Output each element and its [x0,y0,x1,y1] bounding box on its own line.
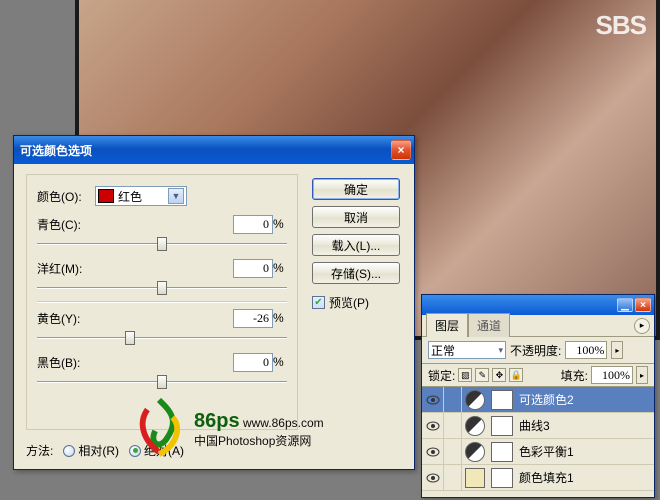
slider-label: 洋红(M): [37,260,95,277]
palette-tabs: 图层 通道 ▸ [422,315,654,337]
link-column[interactable] [444,465,462,491]
link-column[interactable] [444,413,462,439]
percent-label: % [273,311,287,325]
palette-menu-icon[interactable]: ▸ [634,318,650,334]
slider-value-field[interactable] [233,309,273,328]
mask-thumb-icon [491,442,513,462]
blend-mode-select[interactable]: 正常 ▾ [428,341,506,359]
lock-all-icon[interactable]: 🔒 [509,368,523,382]
adjustment-thumb-icon [465,416,485,436]
layer-row[interactable]: 可选颜色2 [422,387,654,413]
lock-row: 锁定: ▧ ✎ ✥ 🔒 填充: 100% ▸ [422,364,654,387]
visibility-toggle[interactable] [422,439,444,465]
slider-thumb[interactable] [157,375,167,389]
selective-color-dialog: 可选颜色选项 × 颜色(O): 红色 ▼ 青色(C):% 洋红(M):% 黄色(Y)… [13,135,415,470]
method-row: 方法: 相对(R) 绝对(A) [26,442,184,459]
layer-row[interactable]: 曲线3 [422,413,654,439]
slider-label: 青色(C): [37,216,95,233]
tab-layers[interactable]: 图层 [426,313,468,337]
layer-name: 色彩平衡1 [519,443,574,460]
fill-flyout-icon[interactable]: ▸ [636,366,648,384]
slider-value-field[interactable] [233,215,273,234]
adjustment-thumb-icon [465,442,485,462]
visibility-toggle[interactable] [422,465,444,491]
chevron-down-icon: ▼ [168,188,184,204]
close-button[interactable]: × [635,298,651,312]
lock-transparency-icon[interactable]: ▧ [458,368,472,382]
layer-row[interactable]: 颜色填充1 [422,465,654,491]
divider [37,301,287,303]
dialog-titlebar[interactable]: 可选颜色选项 × [14,136,414,164]
slider-track[interactable] [37,373,287,391]
slider-value-field[interactable] [233,353,273,372]
slider-thumb[interactable] [125,331,135,345]
radio-icon [129,445,141,457]
radio-relative[interactable]: 相对(R) [63,442,119,459]
layer-list: 可选颜色2 曲线3 色彩平衡1 颜色填充1 [422,387,654,491]
preview-checkbox[interactable]: ✔ 预览(P) [312,294,400,311]
color-select-value: 红色 [118,188,164,205]
close-button[interactable]: × [391,140,411,160]
slider-label: 黄色(Y): [37,310,95,327]
lock-pixels-icon[interactable]: ✎ [475,368,489,382]
checkbox-icon: ✔ [312,296,325,309]
adjustment-thumb-icon [465,468,485,488]
action-buttons: 确定 取消 载入(L)... 存储(S)... ✔ 预览(P) [312,178,400,311]
radio-absolute[interactable]: 绝对(A) [129,442,184,459]
lock-label: 锁定: [428,367,455,384]
color-swatch-icon [98,189,114,203]
slider-track[interactable] [37,329,287,347]
mask-thumb-icon [491,390,513,410]
cancel-button[interactable]: 取消 [312,206,400,228]
opacity-field[interactable]: 100% [565,341,607,359]
chevron-down-icon: ▾ [498,345,503,356]
slider-value-field[interactable] [233,259,273,278]
opacity-label: 不透明度: [510,342,561,359]
layer-name: 曲线3 [519,417,550,434]
opacity-flyout-icon[interactable]: ▸ [611,341,623,359]
mask-thumb-icon [491,416,513,436]
lock-position-icon[interactable]: ✥ [492,368,506,382]
color-label: 颜色(O): [37,188,95,205]
tab-channels[interactable]: 通道 [468,313,510,337]
minimize-button[interactable]: ▁ [617,298,633,312]
slider-track[interactable] [37,235,287,253]
slider-track[interactable] [37,279,287,297]
blend-opacity-row: 正常 ▾ 不透明度: 100% ▸ [422,337,654,364]
load-button[interactable]: 载入(L)... [312,234,400,256]
broadcast-logo: SBS [596,10,646,41]
visibility-toggle[interactable] [422,413,444,439]
radio-icon [63,445,75,457]
ok-button[interactable]: 确定 [312,178,400,200]
slider-label: 黑色(B): [37,354,95,371]
controls-fieldset: 颜色(O): 红色 ▼ 青色(C):% 洋红(M):% 黄色(Y):% 黑色(B):% [26,174,298,430]
slider-thumb[interactable] [157,237,167,251]
adjustment-thumb-icon [465,390,485,410]
fill-field[interactable]: 100% [591,366,633,384]
fill-label: 填充: [561,367,588,384]
layer-name: 可选颜色2 [519,391,574,408]
percent-label: % [273,355,287,369]
link-column[interactable] [444,439,462,465]
link-column[interactable] [444,387,462,413]
color-select[interactable]: 红色 ▼ [95,186,187,206]
layer-name: 颜色填充1 [519,469,574,486]
mask-thumb-icon [491,468,513,488]
percent-label: % [273,217,287,231]
visibility-toggle[interactable] [422,387,444,413]
palette-titlebar[interactable]: ▁ × [422,295,654,315]
percent-label: % [273,261,287,275]
dialog-title: 可选颜色选项 [20,142,92,159]
layer-row[interactable]: 色彩平衡1 [422,439,654,465]
save-button[interactable]: 存储(S)... [312,262,400,284]
layers-palette: ▁ × 图层 通道 ▸ 正常 ▾ 不透明度: 100% ▸ 锁定: ▧ ✎ ✥ … [421,294,655,498]
method-label: 方法: [26,442,53,459]
slider-thumb[interactable] [157,281,167,295]
